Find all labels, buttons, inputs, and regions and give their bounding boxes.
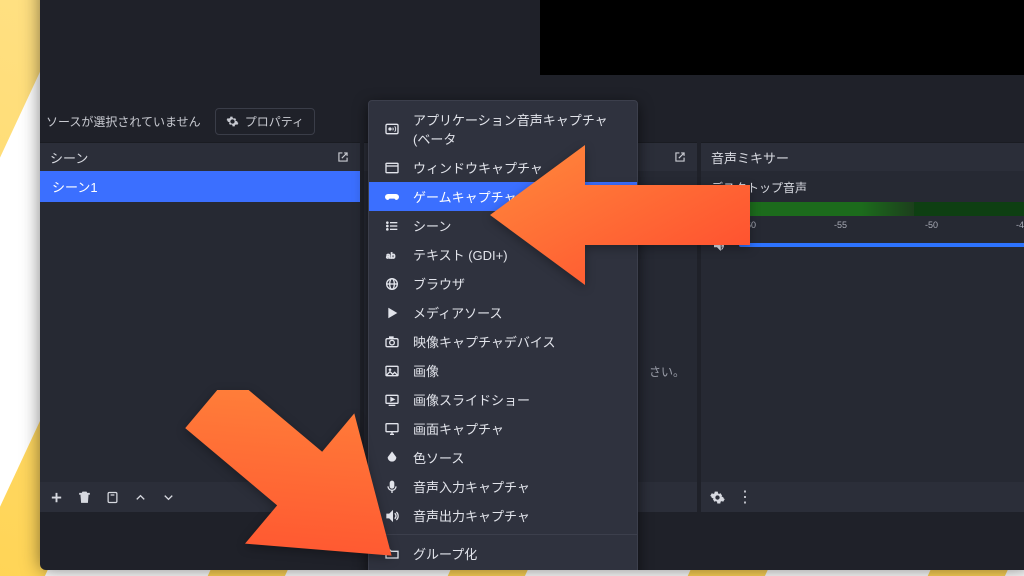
gear-icon [710,490,725,505]
menu-item-label: 画像スライドショー [413,390,530,409]
scene-item[interactable]: シーン1 [40,171,360,202]
trash-icon [77,490,92,505]
mixer-footer: ⋮ [701,482,1024,512]
no-source-label: ソースが選択されていません [46,113,201,130]
source-menu-item-camera[interactable]: 映像キャプチャデバイス [369,327,637,356]
properties-button-label: プロパティ [245,113,304,130]
annotation-arrow-top [490,145,750,285]
camera-icon [383,333,401,351]
move-scene-up-button[interactable] [128,485,152,509]
mixer-advanced-button[interactable] [705,485,729,509]
annotation-arrow-bottom [170,390,410,576]
mixer-channel-label: デスクトップ音声 [711,179,1024,196]
image-icon [383,362,401,380]
mixer-menu-button[interactable]: ⋮ [733,485,757,509]
add-scene-button[interactable] [44,485,68,509]
media-icon [383,304,401,322]
menu-item-label: メディアソース [413,303,502,322]
menu-item-label: グループ化 [413,544,477,563]
menu-item-label: シーン [413,216,451,235]
scenes-title: シーン [50,148,88,167]
source-menu-item-media[interactable]: メディアソース [369,298,637,327]
dots-icon: ⋮ [737,487,753,507]
gear-icon [226,115,239,128]
menu-item-label: 映像キャプチャデバイス [413,332,555,351]
menu-item-label: ブラウザ [413,274,465,293]
menu-item-label: 画面キャプチャ [413,419,504,438]
plus-icon [49,490,64,505]
chevron-up-icon [133,490,148,505]
properties-button[interactable]: プロパティ [215,108,315,135]
window-icon [383,159,401,177]
list-icon [383,217,401,235]
menu-item-label: アプリケーション音声キャプチャ (ベータ [413,110,623,148]
preview-area [40,0,1024,105]
filter-icon [105,490,120,505]
preview-black [540,0,1024,75]
mixer-ticks: -60 -55 -50 -45 [711,220,1024,230]
volume-slider[interactable] [739,243,1024,247]
menu-item-label: 画像 [413,361,439,380]
mixer-meter [739,202,1024,216]
menu-item-label: 色ソース [413,448,464,467]
scenes-header: シーン [40,143,360,171]
menu-item-label: 音声出力キャプチャ [413,506,530,525]
app-audio-icon [383,120,401,138]
popout-icon[interactable] [336,150,350,164]
gamepad-icon [383,188,401,206]
svg-text:ab: ab [386,251,395,260]
menu-item-label: 音声入力キャプチャ [413,477,530,496]
source-menu-item-image[interactable]: 画像 [369,356,637,385]
globe-icon [383,275,401,293]
delete-scene-button[interactable] [72,485,96,509]
text-icon: ab [383,246,401,264]
scene-filter-button[interactable] [100,485,124,509]
